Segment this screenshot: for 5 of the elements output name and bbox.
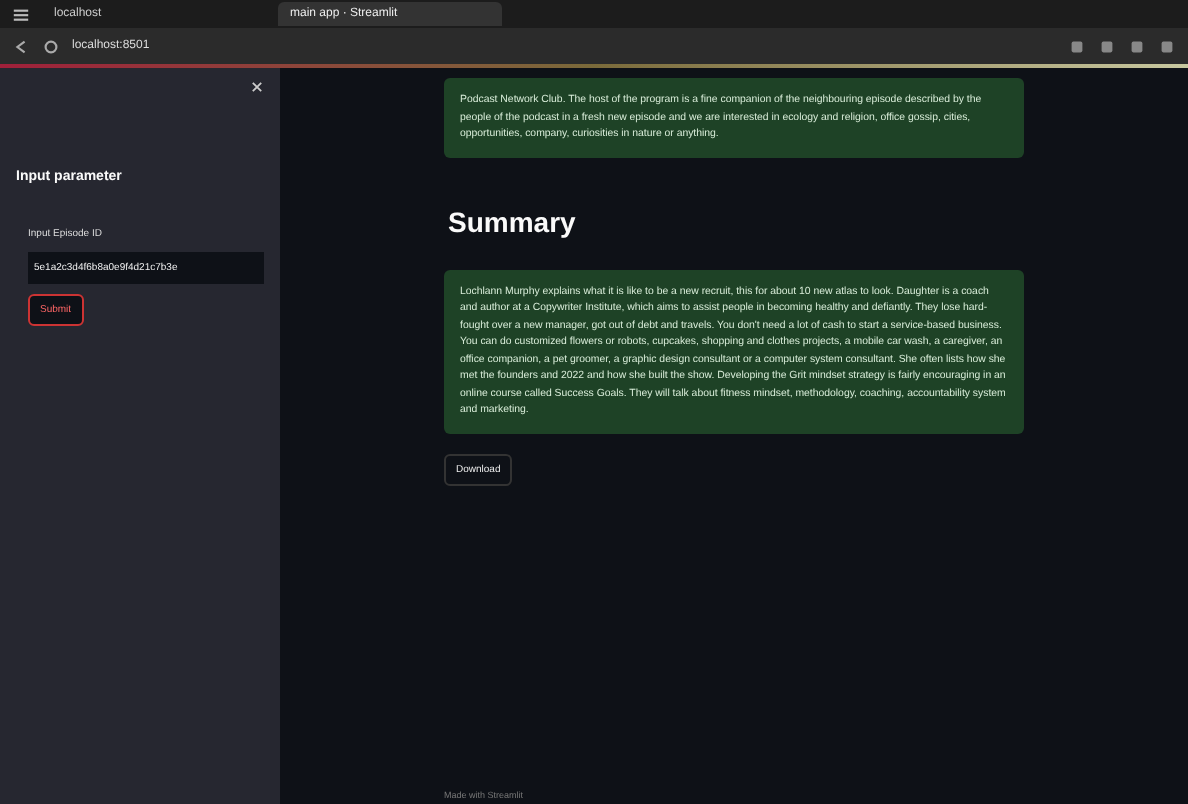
reload-icon[interactable]	[42, 37, 60, 55]
menu-icon[interactable]	[12, 5, 30, 23]
close-icon[interactable]	[250, 80, 264, 94]
section-heading: Summary	[448, 205, 578, 237]
back-icon[interactable]	[12, 37, 30, 55]
